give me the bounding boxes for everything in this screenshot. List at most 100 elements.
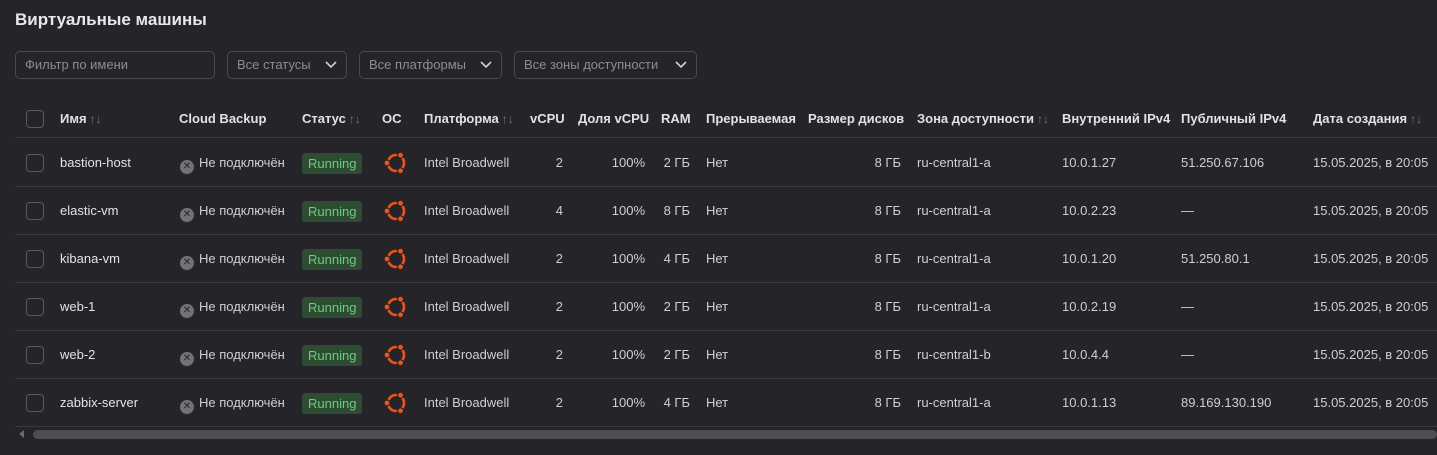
sort-icon: ↑↓ [1037,112,1050,126]
zone-cell: ru-central1-a [917,203,991,218]
chevron-down-icon [480,61,492,69]
vm-name-link[interactable]: web-1 [60,299,95,314]
status-badge: Running [302,201,363,222]
col-platform-label: Платформа [424,111,499,126]
status-badge: Running [302,249,363,270]
row-checkbox[interactable] [26,298,44,316]
zone-filter-value: Все зоны доступности [524,57,659,72]
name-filter-input[interactable]: Фильтр по имени [15,51,215,79]
vcpu-share-cell: 100% [611,395,645,410]
platform-cell: Intel Broadwell [424,299,510,314]
col-platform[interactable]: Платформа ↑↓ [424,111,514,126]
backup-status-label: Не подключён [199,251,285,266]
disk-cell: 8 ГБ [874,395,901,410]
sort-icon: ↑↓ [348,112,361,126]
col-name[interactable]: Имя ↑↓ [60,111,102,126]
disk-cell: 8 ГБ [874,299,901,314]
vm-name-link[interactable]: zabbix-server [60,395,138,410]
platform-filter-select[interactable]: Все платформы [359,51,502,79]
ipv4-internal-cell: 10.0.1.27 [1062,155,1117,170]
row-checkbox[interactable] [26,202,44,220]
col-vcpu-share: Доля vCPU [578,111,650,126]
table-row[interactable]: elastic-vm ✕ Не подключён Running Intel Broa… [15,187,1437,235]
created-cell: 15.05.2025, в 20:05 [1313,347,1429,362]
sort-icon: ↑↓ [89,112,102,126]
select-all-checkbox[interactable] [26,110,44,128]
not-connected-icon: ✕ [180,160,194,174]
status-filter-select[interactable]: Все статусы [227,51,347,79]
not-connected-icon: ✕ [180,352,194,366]
row-checkbox[interactable] [26,346,44,364]
name-filter-placeholder: Фильтр по имени [25,57,129,72]
vcpu-share-cell: 100% [611,203,645,218]
platform-filter-value: Все платформы [369,57,466,72]
vm-name-link[interactable]: bastion-host [60,155,131,170]
status-badge: Running [302,345,363,366]
vcpu-share-cell: 100% [611,347,645,362]
col-zone-label: Зона доступности [917,111,1035,126]
ipv4-public-cell: — [1181,203,1194,218]
ipv4-public-cell: 51.250.67.106 [1181,155,1265,170]
ram-cell: 2 ГБ [663,155,690,170]
not-connected-icon: ✕ [180,400,194,414]
table-row[interactable]: bastion-host ✕ Не подключён Running Intel Br… [15,139,1437,187]
platform-cell: Intel Broadwell [424,395,510,410]
disk-cell: 8 ГБ [874,347,901,362]
ipv4-public-cell: 51.250.80.1 [1181,251,1250,266]
table-row[interactable]: zabbix-server ✕ Не подключён Running Intel B… [15,379,1437,427]
chevron-down-icon [325,61,337,69]
ipv4-public-cell: 89.169.130.190 [1181,395,1272,410]
page-title: Виртуальные машины [15,10,207,29]
scroll-left-icon[interactable] [19,430,25,438]
ram-cell: 8 ГБ [663,203,690,218]
vm-name-link[interactable]: kibana-vm [60,251,120,266]
col-zone[interactable]: Зона доступности ↑↓ [917,111,1049,126]
disk-cell: 8 ГБ [874,203,901,218]
row-checkbox[interactable] [26,250,44,268]
backup-status: ✕ Не подключён [180,347,285,366]
status-badge: Running [302,297,363,318]
vcpu-cell: 4 [555,203,563,218]
vcpu-cell: 2 [555,347,563,362]
vcpu-share-cell: 100% [611,251,645,266]
col-ram: RAM [661,111,691,126]
ipv4-public-cell: — [1181,347,1194,362]
zone-cell: ru-central1-a [917,155,991,170]
col-created[interactable]: Дата создания ↑↓ [1313,111,1422,126]
col-disk: Размер дисков [808,111,905,126]
ram-cell: 4 ГБ [663,395,690,410]
created-cell: 15.05.2025, в 20:05 [1313,251,1429,266]
col-ipv4-public: Публичный IPv4 [1181,111,1287,126]
vcpu-cell: 2 [555,395,563,410]
vcpu-share-cell: 100% [611,155,645,170]
vm-name-link[interactable]: elastic-vm [60,203,119,218]
horizontal-scrollbar[interactable] [33,430,1437,439]
backup-status: ✕ Не подключён [180,203,285,222]
row-checkbox[interactable] [26,394,44,412]
ram-cell: 4 ГБ [663,251,690,266]
backup-status: ✕ Не подключён [180,395,285,414]
preemptible-cell: Нет [706,395,729,410]
vcpu-cell: 2 [555,155,563,170]
vm-name-link[interactable]: web-2 [60,347,95,362]
row-checkbox[interactable] [26,154,44,172]
zone-cell: ru-central1-a [917,299,991,314]
ipv4-public-cell: — [1181,299,1194,314]
status-filter-value: Все статусы [237,57,311,72]
col-vcpu: vCPU [530,111,565,126]
disk-cell: 8 ГБ [874,251,901,266]
col-status[interactable]: Статус ↑↓ [302,111,361,126]
table-row[interactable]: kibana-vm ✕ Не подключён Running Intel Broad… [15,235,1437,283]
vcpu-share-cell: 100% [611,299,645,314]
ubuntu-icon [383,390,409,416]
zone-cell: ru-central1-a [917,395,991,410]
zone-filter-select[interactable]: Все зоны доступности [514,51,697,79]
table-row[interactable]: web-1 ✕ Не подключён Running Intel Broadwell… [15,283,1437,331]
not-connected-icon: ✕ [180,208,194,222]
preemptible-cell: Нет [706,299,729,314]
sort-icon: ↑↓ [1410,112,1423,126]
ubuntu-icon [383,198,409,224]
ipv4-internal-cell: 10.0.4.4 [1062,347,1109,362]
vcpu-cell: 2 [555,299,563,314]
table-row[interactable]: web-2 ✕ Не подключён Running Intel Broadwell… [15,331,1437,379]
